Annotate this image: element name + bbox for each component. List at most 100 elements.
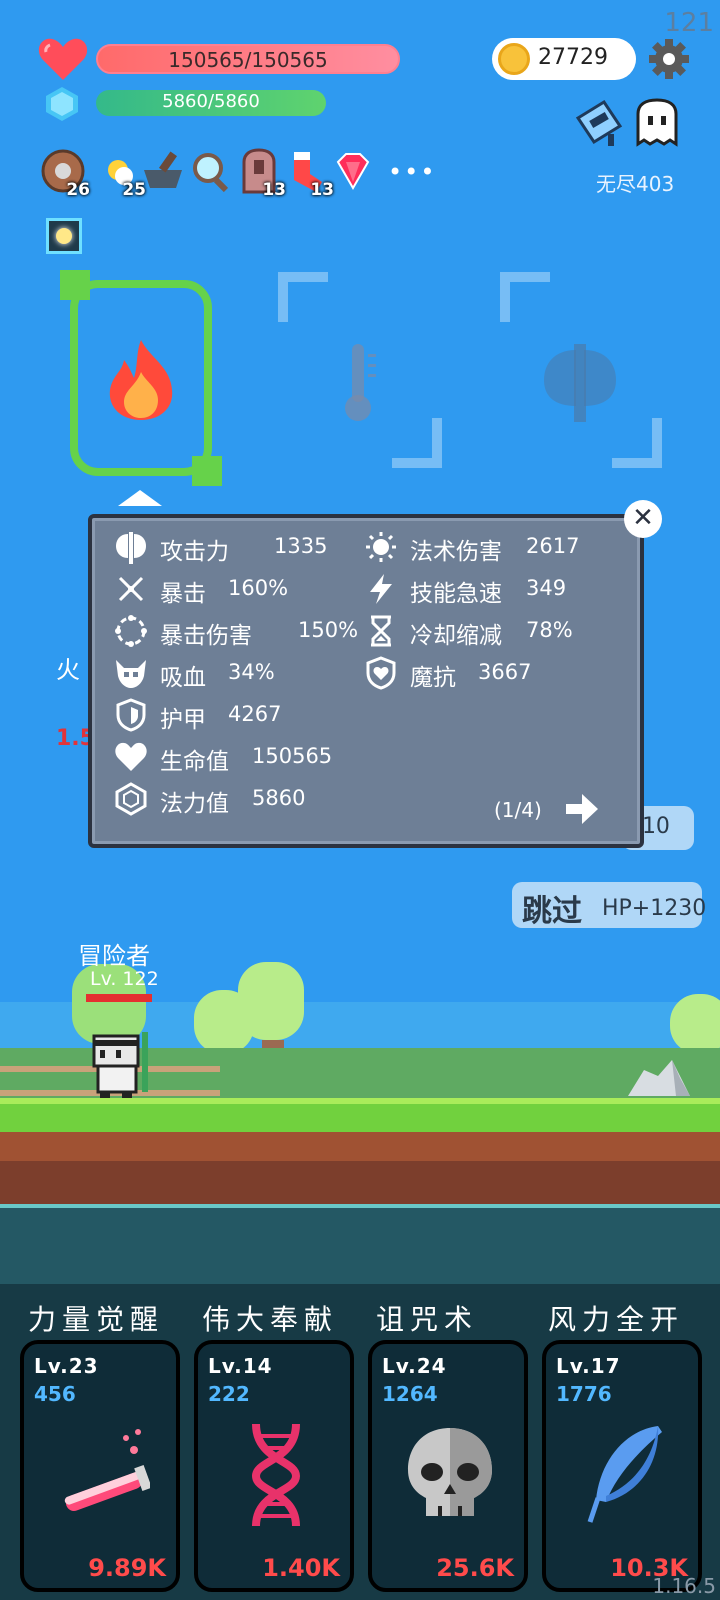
stat-armor: 护甲 4267 (114, 696, 364, 734)
item-door[interactable]: 13 (236, 148, 286, 200)
slot-corner (278, 272, 328, 322)
ruby-icon (336, 153, 370, 191)
stat-label: 攻击力 (160, 539, 229, 565)
close-button[interactable]: ✕ (624, 500, 662, 538)
tree (238, 962, 304, 1040)
skill-value: 456 (34, 1382, 76, 1406)
hero-name: 冒险者 (78, 942, 150, 970)
thermometer-icon[interactable] (338, 340, 378, 424)
skill-card-curse[interactable]: Lv.24 1264 25.6K (368, 1340, 528, 1592)
spell-damage-icon (366, 532, 396, 562)
stat-value: 4267 (228, 702, 282, 726)
hp-text: 150565/150565 (168, 48, 328, 72)
stat-value: 78% (526, 618, 573, 642)
stat-label: 暴击 (160, 581, 206, 607)
item-ruby[interactable] (330, 148, 376, 194)
skill-value: 222 (208, 1382, 250, 1406)
axe-stat-icon (116, 532, 146, 564)
stat-value: 150565 (252, 744, 333, 768)
stat-value: 150% (298, 618, 359, 642)
mana-gem-icon (46, 87, 78, 121)
inventory-bar: 26 25 13 13 (40, 148, 440, 200)
upgrade-cost: 25.6K (436, 1554, 514, 1582)
stat-haste: 技能急速 349 (364, 570, 624, 608)
stat-value: 1335 (274, 534, 328, 558)
water-layer (0, 1204, 720, 1284)
skill-level: Lv.24 (382, 1354, 447, 1378)
ghost-icon[interactable] (632, 98, 682, 148)
stat-lifesteal: 吸血 34% (114, 654, 364, 692)
knight-character-icon[interactable] (88, 1030, 158, 1100)
crit-damage-icon (115, 615, 147, 647)
potion-icon (64, 1429, 150, 1511)
more-items-button[interactable]: ••• (388, 158, 436, 186)
hourglass-icon (371, 615, 391, 647)
skill-value: 1264 (382, 1382, 438, 1406)
mp-bar: 5860/5860 (96, 90, 326, 116)
skill-level: Lv.23 (34, 1354, 99, 1378)
hp-bar: 150565/150565 (96, 44, 400, 74)
axe-icon[interactable] (540, 340, 620, 424)
stat-label: 法力值 (160, 791, 229, 817)
grass-ground (0, 1098, 720, 1132)
item-mortar[interactable] (140, 148, 186, 194)
stat-label: 技能急速 (410, 581, 502, 607)
item-count: 13 (262, 180, 286, 200)
item-count: 26 (66, 180, 90, 200)
item-sock[interactable]: 13 (284, 148, 334, 200)
skip-button[interactable]: 跳过 HP+1230 (512, 882, 706, 929)
stat-mana: 法力值 5860 (114, 780, 364, 818)
stat-label: 护甲 (160, 707, 206, 733)
slot-corner (612, 418, 662, 468)
endless-stage-label: 无尽403 (596, 172, 675, 196)
hero-level: Lv. 122 (90, 968, 159, 990)
crit-icon (118, 576, 144, 602)
skill-card-power-awaken[interactable]: Lv.23 456 9.89K (20, 1340, 180, 1592)
item-magnifier[interactable] (188, 148, 234, 194)
stat-magic-resist: 魔抗 3667 (364, 654, 624, 692)
slot-pointer-arrow (118, 490, 162, 506)
stat-health: 生命值 150565 (114, 738, 364, 776)
buff-status-icon[interactable] (46, 218, 82, 254)
gear-icon[interactable] (648, 38, 690, 80)
skull-icon (408, 1428, 492, 1516)
flame-icon (109, 340, 173, 420)
stat-cooldown: 冷却缩减 78% (364, 612, 624, 650)
skill-title: 风力全开 (548, 1303, 685, 1336)
stat-label: 法术伤害 (410, 539, 502, 565)
feather-icon (587, 1426, 662, 1523)
pet-bucket-icon[interactable] (574, 96, 628, 150)
mortar-icon (144, 151, 182, 188)
slot-corner (392, 418, 442, 468)
upgrade-cost: 9.89K (88, 1554, 166, 1582)
mp-text: 5860/5860 (162, 91, 260, 112)
lifesteal-icon (116, 660, 146, 688)
version-label: 1.16.5 (652, 1574, 716, 1598)
skip-label: 跳过 (522, 894, 582, 929)
stat-label: 魔抗 (410, 665, 456, 691)
stat-label: 吸血 (160, 665, 206, 691)
stat-crit-damage: 暴击伤害 150% (114, 612, 364, 650)
slot-corner (500, 272, 550, 322)
skill-level: Lv.14 (208, 1354, 273, 1378)
side-label: 火 (56, 656, 80, 684)
skill-title: 诅咒术 (376, 1303, 479, 1336)
stat-label: 暴击伤害 (160, 623, 252, 649)
magnifier-icon (193, 153, 229, 193)
stat-crit: 暴击 160% (114, 570, 364, 608)
tree (670, 994, 720, 1054)
skill-card-full-wind[interactable]: Lv.17 1776 10.3K (542, 1340, 702, 1592)
stat-label: 生命值 (160, 749, 229, 775)
stat-value: 3667 (478, 660, 532, 684)
page-indicator: (1/4) (494, 798, 542, 822)
item-sun[interactable]: 25 (96, 148, 146, 200)
rock-icon (628, 1060, 690, 1096)
hero-hp-bar (86, 994, 152, 1002)
next-page-arrow-icon[interactable] (564, 792, 600, 826)
skill-card-great-devotion[interactable]: Lv.14 222 1.40K (194, 1340, 354, 1592)
mana-stat-icon (115, 782, 147, 816)
coin-icon (498, 43, 530, 75)
coin-amount: 27729 (538, 45, 608, 70)
item-shield[interactable]: 26 (40, 148, 90, 200)
dirt-layer (0, 1132, 720, 1204)
